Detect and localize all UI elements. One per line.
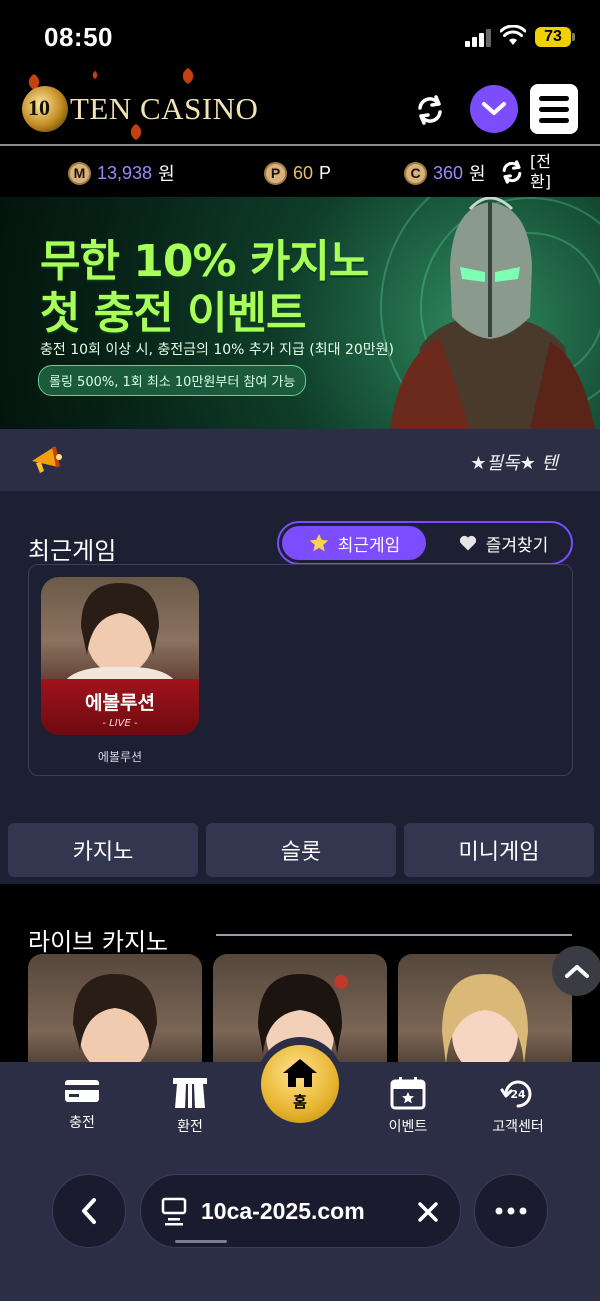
chevron-down-icon <box>482 102 506 115</box>
address-bar[interactable]: 10ca-2025.com <box>140 1174 461 1248</box>
tab-favorites[interactable]: 즐겨찾기 <box>439 526 567 560</box>
site-logo[interactable]: TEN CASINO <box>22 86 258 132</box>
signal-icon <box>465 27 493 47</box>
nav-withdraw[interactable]: 환전 <box>150 1076 230 1136</box>
menu-bar <box>539 106 569 112</box>
section-title: 라이브 카지노 <box>28 928 169 956</box>
nav-home[interactable]: 홈 <box>257 1037 343 1137</box>
notice-bar[interactable]: ★필독★ 텐 <box>0 429 600 491</box>
point-balance: P 60 P <box>264 160 331 186</box>
browser-more-button[interactable] <box>474 1174 548 1248</box>
recent-tabs: 최근게임 즐겨찾기 <box>277 521 573 565</box>
tab-label: 즐겨찾기 <box>485 535 549 556</box>
banner-headline-2: 첫 충전 이벤트 <box>40 288 307 339</box>
convert-label-line: [전 <box>530 152 551 171</box>
exchange-icon <box>173 1078 207 1108</box>
comp-unit: 원 <box>469 164 486 184</box>
megaphone-icon <box>32 446 62 473</box>
nav-label: 이벤트 <box>388 1119 428 1135</box>
heart-icon <box>459 535 476 551</box>
point-coin-icon: P <box>264 161 287 185</box>
menu-bar <box>539 117 569 123</box>
money-value: 13,938 <box>97 162 153 183</box>
tab-label: 최근게임 <box>337 535 401 556</box>
section-divider <box>216 934 572 936</box>
banner-condition-pill: 롤링 500%, 1회 최소 10만원부터 참여 가능 <box>38 365 307 396</box>
nav-label: 고객센터 <box>492 1119 544 1135</box>
money-balance: M 13,938 원 <box>68 160 175 186</box>
svg-text:24: 24 <box>510 1088 526 1101</box>
game-card-live: - LIVE - <box>102 718 138 729</box>
nav-label: 충전 <box>69 1115 95 1131</box>
comp-balance: C 360 원 <box>404 160 486 186</box>
site-header: TEN CASINO <box>0 67 600 146</box>
category-casino-button[interactable]: 카지노 <box>8 823 198 877</box>
category-buttons: 카지노 슬롯 미니게임 <box>8 823 594 877</box>
home-icon <box>283 1058 317 1087</box>
refresh-icon[interactable] <box>412 92 448 128</box>
url-text: 10ca-2025.com <box>201 1197 365 1224</box>
recent-games-list: 에볼루션 - LIVE - 에볼루션 <box>28 564 573 776</box>
comp-coin-icon: C <box>404 161 427 185</box>
knight-illustration <box>390 197 595 429</box>
notice-text: ★필독★ 텐 <box>470 453 558 474</box>
leaf-decoration <box>90 70 100 80</box>
card-icon <box>65 1080 99 1102</box>
game-name: 에볼루션 <box>97 750 143 764</box>
convert-button[interactable]: [전 환] <box>498 152 560 192</box>
point-unit: P <box>319 162 332 183</box>
recent-games-section: 최근게임 최근게임 즐겨찾기 에볼루션 - LIVE - 에볼루션 카지노 슬롯… <box>0 491 600 884</box>
scroll-top-button[interactable] <box>552 946 600 996</box>
chevron-left-icon <box>82 1198 96 1224</box>
menu-button[interactable] <box>530 84 578 134</box>
money-coin-icon: M <box>68 161 91 185</box>
convert-label-line: 환] <box>530 172 551 191</box>
more-dots-icon <box>495 1207 527 1215</box>
balance-bar: M 13,938 원 P 60 P C 360 원 [전 환] <box>0 148 600 196</box>
chevron-up-icon <box>565 965 589 978</box>
star-icon <box>309 533 328 552</box>
nav-support[interactable]: 24 고객센터 <box>478 1076 558 1136</box>
browser-toolbar: 10ca-2025.com <box>0 1166 600 1301</box>
home-label: 홈 <box>293 1092 307 1111</box>
logo-text: TEN CASINO <box>70 91 259 126</box>
nav-label: 환전 <box>177 1119 203 1135</box>
calendar-star-icon <box>390 1077 426 1110</box>
point-value: 60 <box>293 162 314 183</box>
nav-deposit[interactable]: 충전 <box>42 1076 122 1132</box>
game-card-title: 에볼루션 <box>85 692 155 714</box>
browser-back-button[interactable] <box>52 1174 126 1248</box>
game-card[interactable]: 에볼루션 - LIVE - <box>41 577 199 735</box>
tab-view-icon <box>161 1197 187 1226</box>
category-minigame-button[interactable]: 미니게임 <box>404 823 594 877</box>
convert-label: [전 환] <box>530 152 560 192</box>
close-icon[interactable] <box>416 1200 440 1224</box>
dealer-portrait <box>61 583 179 687</box>
nav-event[interactable]: 이벤트 <box>368 1076 448 1136</box>
battery-indicator: 73 <box>535 27 575 47</box>
wifi-icon <box>500 25 526 45</box>
support-24-icon: 24 <box>500 1080 532 1108</box>
tab-recent-games[interactable]: 최근게임 <box>282 526 426 560</box>
banner-subtext: 충전 10회 이상 시, 충전금의 10% 추가 지급 (최대 20만원) <box>40 342 395 358</box>
status-bar: 08:50 73 <box>0 0 600 72</box>
promo-banner[interactable]: 무한 10% 카지노 첫 충전 이벤트 충전 10회 이상 시, 충전금의 10… <box>0 197 600 429</box>
menu-bar <box>539 95 569 101</box>
section-title: 최근게임 <box>28 537 117 565</box>
home-button[interactable]: 홈 <box>261 1045 339 1123</box>
dropdown-button[interactable] <box>470 85 518 133</box>
logo-badge-icon <box>22 86 68 132</box>
money-unit: 원 <box>158 164 175 184</box>
comp-value: 360 <box>433 162 464 183</box>
page-load-progress <box>175 1240 227 1243</box>
category-slot-button[interactable]: 슬롯 <box>206 823 396 877</box>
status-time: 08:50 <box>44 22 113 52</box>
convert-refresh-icon <box>502 160 522 184</box>
